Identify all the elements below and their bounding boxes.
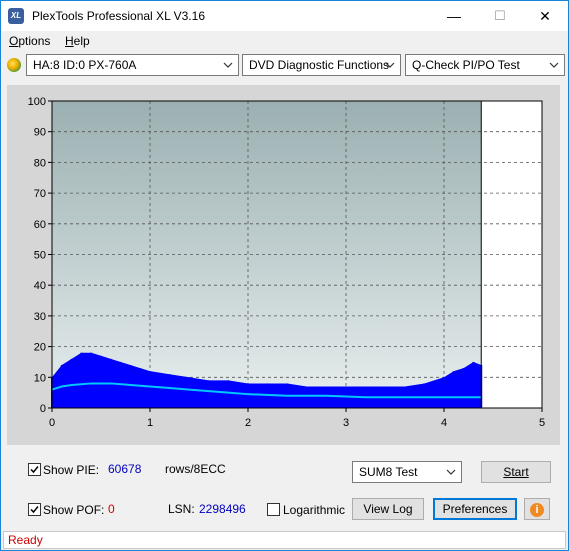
x-tick-label: 1	[147, 417, 153, 429]
pof-value: 0	[108, 502, 115, 516]
close-button[interactable]: ✕	[522, 1, 568, 31]
sum-test-select[interactable]: SUM8 Test	[352, 461, 462, 483]
y-tick-label: 60	[34, 219, 46, 231]
test-select[interactable]: Q-Check PI/PO Test	[405, 54, 565, 76]
window-title: PlexTools Professional XL V3.16	[32, 9, 205, 23]
chevron-down-icon	[549, 62, 559, 68]
menu-bar: Options Help	[1, 31, 568, 51]
lsn-label: LSN:	[168, 502, 195, 516]
logarithmic-checkbox[interactable]	[267, 503, 280, 516]
checkmark-icon	[30, 506, 39, 514]
y-tick-label: 100	[28, 96, 46, 108]
show-pie-checkbox[interactable]	[28, 463, 41, 476]
app-window: XL PlexTools Professional XL V3.16 — ☐ ✕…	[0, 0, 569, 551]
pie-value: 60678	[108, 462, 142, 476]
x-tick-label: 0	[49, 417, 55, 429]
chevron-down-icon	[446, 469, 456, 475]
chevron-down-icon	[223, 62, 233, 68]
menu-help-rest: elp	[73, 34, 90, 48]
start-button[interactable]: Start	[481, 461, 551, 483]
y-tick-label: 50	[34, 250, 46, 262]
drive-select-value: HA:8 ID:0 PX-760A	[33, 58, 137, 72]
start-button-label: Start	[503, 465, 529, 479]
chart-panel: 100 90 80 70 60 50 40 30 20 10 0 0 1 2 3 4 5	[7, 85, 560, 445]
view-log-button[interactable]: View Log	[352, 498, 424, 520]
function-select[interactable]: DVD Diagnostic Functions	[242, 54, 401, 76]
preferences-button[interactable]: Preferences	[433, 498, 517, 520]
info-icon: i	[530, 503, 544, 517]
sum-test-value: SUM8 Test	[359, 465, 418, 479]
preferences-label: Preferences	[442, 502, 508, 516]
y-tick-label: 30	[34, 311, 46, 323]
y-tick-label: 10	[34, 372, 46, 384]
y-tick-label: 80	[34, 157, 46, 169]
menu-options[interactable]: Options	[9, 34, 50, 48]
x-tick-label: 4	[441, 417, 447, 429]
checkmark-icon	[30, 466, 39, 474]
status-text: Ready	[8, 533, 43, 547]
show-pie-label: Show PIE:	[43, 463, 100, 477]
drive-disc-icon	[7, 58, 21, 72]
status-bar: Ready	[3, 531, 566, 549]
view-log-label: View Log	[363, 502, 413, 516]
y-tick-label: 90	[34, 127, 46, 139]
menu-help-accel: H	[65, 34, 74, 48]
show-pof-checkbox[interactable]	[28, 503, 41, 516]
x-tick-label: 2	[245, 417, 251, 429]
pi-po-chart: 10090807060504030201000 1 2 3 4 5	[28, 96, 545, 429]
lsn-value: 2298496	[199, 502, 246, 516]
function-select-value: DVD Diagnostic Functions	[249, 58, 390, 72]
x-tick-label: 3	[343, 417, 349, 429]
y-tick-label: 20	[34, 342, 46, 354]
menu-options-accel: O	[9, 34, 19, 48]
show-pof-label: Show POF:	[43, 503, 105, 517]
logarithmic-label: Logarithmic	[283, 503, 346, 517]
y-tick-label: 0	[40, 403, 46, 415]
y-tick-label: 40	[34, 280, 46, 292]
minimize-button[interactable]: —	[431, 1, 477, 31]
app-logo-icon: XL	[8, 8, 24, 24]
title-bar: XL PlexTools Professional XL V3.16 — ☐ ✕	[1, 1, 568, 31]
x-tick-label: 5	[539, 417, 545, 429]
rows-unit-label: rows/8ECC	[165, 462, 226, 476]
info-button[interactable]: i	[524, 498, 550, 520]
test-select-value: Q-Check PI/PO Test	[412, 58, 520, 72]
maximize-button[interactable]: ☐	[477, 1, 523, 31]
chevron-down-icon	[385, 62, 395, 68]
y-tick-label: 70	[34, 188, 46, 200]
menu-help[interactable]: Help	[65, 34, 90, 48]
menu-options-rest: ptions	[18, 34, 51, 48]
drive-select[interactable]: HA:8 ID:0 PX-760A	[26, 54, 239, 76]
bottom-panel: Show PIE: 60678 rows/8ECC SUM8 Test Star…	[7, 453, 560, 529]
